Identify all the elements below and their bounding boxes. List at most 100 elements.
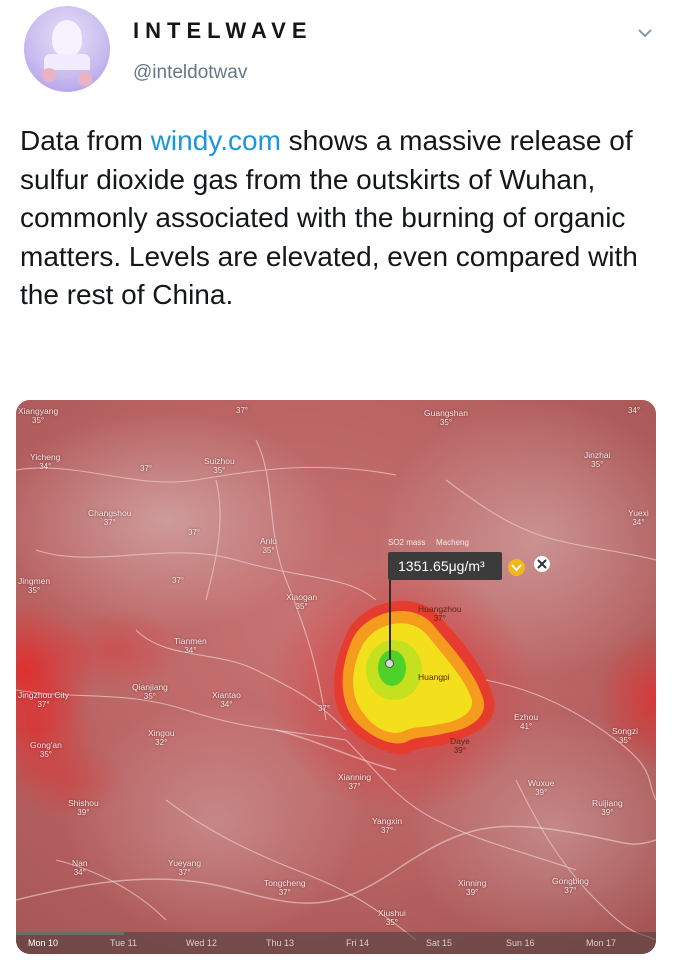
timeline-day[interactable]: Thu 13 xyxy=(266,938,294,948)
place-label: Ezhou 41° xyxy=(514,712,538,732)
place-name: Jinzhai xyxy=(584,450,611,460)
place-name: Jingzhou City xyxy=(18,690,70,700)
place-label: Yangxin 37° xyxy=(372,816,402,836)
place-label: 37° xyxy=(236,406,248,416)
place-temp: 34° xyxy=(73,868,86,877)
place-temp: 35° xyxy=(591,460,604,469)
place-label: 37° xyxy=(140,464,152,474)
timeline-day[interactable]: Tue 11 xyxy=(110,938,137,948)
so2-map-image: Xiangyang 35° 37° Guangshan 35° 34° Yichen… xyxy=(16,400,656,954)
place-label: Tongcheng 37° xyxy=(264,878,306,898)
place-temp: 35° xyxy=(143,692,157,701)
popup-close-button[interactable] xyxy=(534,556,550,572)
place-name: Xianning xyxy=(338,772,372,782)
place-label: Jinzhai 35° xyxy=(584,450,610,470)
chevron-down-icon xyxy=(511,564,522,572)
place-temp: 35° xyxy=(262,546,275,555)
place-label: Songzi 35° xyxy=(612,726,638,746)
place-label: Qianjiang 35° xyxy=(132,682,168,702)
place-temp: 35° xyxy=(439,418,453,427)
place-label: 37° xyxy=(172,576,184,586)
place-name: Shishou xyxy=(68,798,99,808)
chevron-down-icon[interactable] xyxy=(636,24,654,42)
tweet-text-before-link: Data from xyxy=(20,125,151,156)
place-label: Xinning 39° xyxy=(458,878,486,898)
place-name: Xiaogan xyxy=(286,592,318,602)
place-name: Huangzhou xyxy=(418,604,462,614)
timeline-progress xyxy=(16,932,124,935)
place-name: Xingou xyxy=(148,728,175,738)
place-label: Yueyang 37° xyxy=(168,858,201,878)
place-name: Changshou xyxy=(88,508,132,518)
timeline-day[interactable]: Mon 10 xyxy=(28,938,58,948)
location-pin[interactable] xyxy=(385,659,394,668)
place-temp: 39° xyxy=(535,788,548,797)
place-temp: 39° xyxy=(601,808,614,817)
timeline-bar[interactable]: Mon 10 Tue 11 Wed 12 Thu 13 Fri 14 Sat 1… xyxy=(16,932,656,954)
place-label: Xiaogan 35° xyxy=(286,592,317,612)
timeline-day[interactable]: Sat 15 xyxy=(426,938,452,948)
place-name: Ezhou xyxy=(514,712,539,722)
user-handle[interactable]: @inteldotwav xyxy=(133,62,247,84)
place-temp: 37° xyxy=(433,614,446,623)
place-name: Guangshan xyxy=(424,408,468,418)
avatar[interactable] xyxy=(24,6,110,92)
timeline-day[interactable]: Fri 14 xyxy=(346,938,369,948)
place-temp: 41° xyxy=(520,722,533,731)
place-label: Huangzhou 37° xyxy=(418,604,461,624)
value-popup[interactable]: 1351.65μg/m³ xyxy=(388,552,502,580)
tweet-header: INTELWAVE @inteldotwav xyxy=(0,0,675,100)
place-label: 37° xyxy=(318,704,330,714)
place-name: Anlu xyxy=(260,536,278,546)
place-name: Suizhou xyxy=(204,456,235,466)
flower-icon xyxy=(42,68,56,82)
place-name: Xiangyang xyxy=(18,406,59,416)
place-name: Xiushui xyxy=(378,908,406,918)
place-label: Huangpi xyxy=(418,672,450,682)
place-label: Guangshan 35° xyxy=(424,408,468,428)
timeline-day[interactable]: Wed 12 xyxy=(186,938,217,948)
windy-link[interactable]: windy.com xyxy=(151,125,281,156)
place-label: Anlu 35° xyxy=(260,536,277,556)
place-name: Yuexi xyxy=(628,508,649,518)
place-label: 34° xyxy=(628,406,640,416)
place-label: Daye 39° xyxy=(450,736,470,756)
place-temp: 39° xyxy=(77,808,90,817)
place-name: Daye xyxy=(450,736,470,746)
place-name: Huangpi xyxy=(418,672,450,682)
statue-bust-image xyxy=(52,20,82,56)
place-name: Tianmen xyxy=(174,636,207,646)
place-name: Nan xyxy=(72,858,88,868)
popup-dropdown-button[interactable] xyxy=(508,559,525,576)
place-temp: 35° xyxy=(295,602,308,611)
place-name: Jingmen xyxy=(18,576,51,586)
place-name: Songzi xyxy=(612,726,638,736)
place-temp: 37° xyxy=(37,700,50,709)
place-name: Xinning xyxy=(458,878,487,888)
place-label: Shishou 39° xyxy=(68,798,99,818)
place-label: 37° xyxy=(188,528,200,538)
place-label: Changshou 37° xyxy=(88,508,131,528)
place-label: Tianmen 34° xyxy=(174,636,207,656)
place-name: Gongbing xyxy=(552,876,589,886)
display-name[interactable]: INTELWAVE xyxy=(133,18,313,44)
place-temp: 35° xyxy=(39,750,52,759)
place-label: Xingou 32° xyxy=(148,728,174,748)
place-label: Yicheng 34° xyxy=(30,452,60,472)
place-temp: 35° xyxy=(618,736,632,745)
place-temp: 37° xyxy=(318,704,331,713)
place-temp: 32° xyxy=(155,738,168,747)
place-temp: 37° xyxy=(380,826,394,835)
place-label: Yuexi 34° xyxy=(628,508,649,528)
layer-label: SO2 mass xyxy=(388,538,426,547)
popup-location: Macheng xyxy=(436,538,469,547)
place-label: Xiushui 35° xyxy=(378,908,406,928)
so2-value: 1351.65μg/m³ xyxy=(398,558,485,574)
place-name: Tongcheng xyxy=(264,878,306,888)
place-label: Ruijiang 39° xyxy=(592,798,623,818)
place-temp: 35° xyxy=(32,416,45,425)
timeline-day[interactable]: Mon 17 xyxy=(586,938,616,948)
place-name: Qianjiang xyxy=(132,682,168,692)
timeline-day[interactable]: Sun 16 xyxy=(506,938,535,948)
place-label: Gongbing 37° xyxy=(552,876,589,896)
